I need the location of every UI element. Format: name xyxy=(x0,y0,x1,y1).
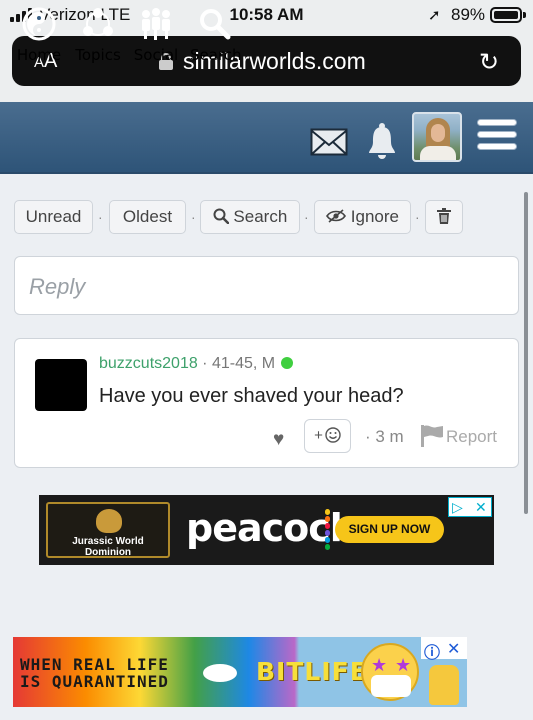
thread-toolbar: Unread · Oldest · Search · Ignore · xyxy=(14,200,533,234)
nav-social[interactable]: Social xyxy=(132,6,180,64)
add-reaction-plus: + xyxy=(314,427,323,444)
online-indicator xyxy=(281,357,294,369)
unread-button[interactable]: Unread xyxy=(14,200,93,234)
separator: · xyxy=(98,209,103,225)
post-card: buzzcuts2018 · 41-45, M Have you ever sh… xyxy=(14,338,519,468)
delete-button[interactable] xyxy=(425,200,463,234)
search-button[interactable]: Search xyxy=(200,200,300,234)
battery-icon xyxy=(490,7,526,23)
heart-icon[interactable]: ♥ xyxy=(273,429,284,451)
eye-slash-icon xyxy=(326,209,346,223)
nav-home-label: Home xyxy=(16,46,62,64)
hamburger-menu-icon[interactable] xyxy=(477,119,517,155)
social-icon xyxy=(142,8,170,40)
separator: · xyxy=(191,209,196,225)
close-icon[interactable]: ✕ xyxy=(447,639,460,659)
post-meta: buzzcuts2018 · 41-45, M xyxy=(99,355,294,373)
bitlife-tagline-line2: IS QUARANTINED xyxy=(20,672,169,691)
sign-up-button[interactable]: SIGN UP NOW xyxy=(335,516,444,543)
post-time: · 3 m xyxy=(365,427,404,446)
oldest-button[interactable]: Oldest xyxy=(109,200,186,234)
battery-percent: 89% xyxy=(451,5,486,24)
post-avatar[interactable] xyxy=(35,359,87,411)
nav-search[interactable]: Search xyxy=(190,6,242,64)
add-reaction-button[interactable]: + xyxy=(304,419,351,453)
flag-icon[interactable] xyxy=(420,425,444,447)
peacock-color-bar xyxy=(325,509,330,551)
separator: · xyxy=(304,209,309,225)
ad-choices[interactable]: ▷ ✕ xyxy=(448,497,492,517)
bitlife-ad[interactable]: WHEN REAL LIFE IS QUARANTINED BITLIFE ★ ★ xyxy=(13,637,467,707)
post-details: · 41-45, M xyxy=(197,355,276,372)
nav-search-label: Search xyxy=(190,46,242,64)
trash-icon xyxy=(437,208,451,224)
sperm-icon xyxy=(203,664,237,682)
scrollbar[interactable] xyxy=(524,192,528,514)
nav-home[interactable]: Home xyxy=(14,6,64,64)
search-button-label: Search xyxy=(233,207,288,226)
smiley-icon xyxy=(325,427,341,443)
ignore-button[interactable]: Ignore xyxy=(314,200,411,234)
star-eyes-emoji-icon: ★ ★ xyxy=(361,643,419,701)
info-icon[interactable]: ⓘ xyxy=(424,639,440,663)
bitlife-logo: BITLIFE xyxy=(256,657,368,686)
thumbs-up-icon xyxy=(429,665,459,705)
yin-yang-icon xyxy=(22,7,56,41)
jurassic-world-text: Jurassic World Dominion xyxy=(72,536,144,558)
avatar[interactable] xyxy=(412,112,462,162)
nav-social-label: Social xyxy=(133,46,179,64)
search-icon xyxy=(213,208,229,225)
ignore-button-label: Ignore xyxy=(350,207,399,226)
dinosaur-icon xyxy=(96,509,122,533)
ad-choices[interactable]: ⓘ ✕ xyxy=(421,637,467,662)
location-icon: ➚ xyxy=(428,7,441,24)
topics-icon xyxy=(83,8,113,36)
close-icon[interactable]: ✕ xyxy=(475,498,487,516)
peacock-ad[interactable]: Jurassic World Dominion peacock SIGN UP … xyxy=(39,495,494,565)
separator: · xyxy=(415,209,420,225)
ad-choices-icon: ▷ xyxy=(452,499,463,515)
reply-input[interactable]: Reply xyxy=(14,256,519,315)
reload-icon[interactable]: ↻ xyxy=(479,48,499,77)
bitlife-tagline: WHEN REAL LIFE IS QUARANTINED xyxy=(20,656,169,690)
bitlife-tagline-line1: WHEN REAL LIFE xyxy=(20,655,169,674)
jurassic-world-logo: Jurassic World Dominion xyxy=(46,502,170,558)
bell-icon[interactable] xyxy=(366,122,398,160)
nav-topics-label: Topics xyxy=(75,46,121,64)
post-username[interactable]: buzzcuts2018 xyxy=(99,355,198,372)
post-text: Have you ever shaved your head? xyxy=(99,385,404,407)
search-icon xyxy=(200,9,231,40)
mail-icon[interactable] xyxy=(310,128,348,156)
nav-topics[interactable]: Topics xyxy=(74,6,122,64)
report-link[interactable]: Report xyxy=(446,427,497,447)
